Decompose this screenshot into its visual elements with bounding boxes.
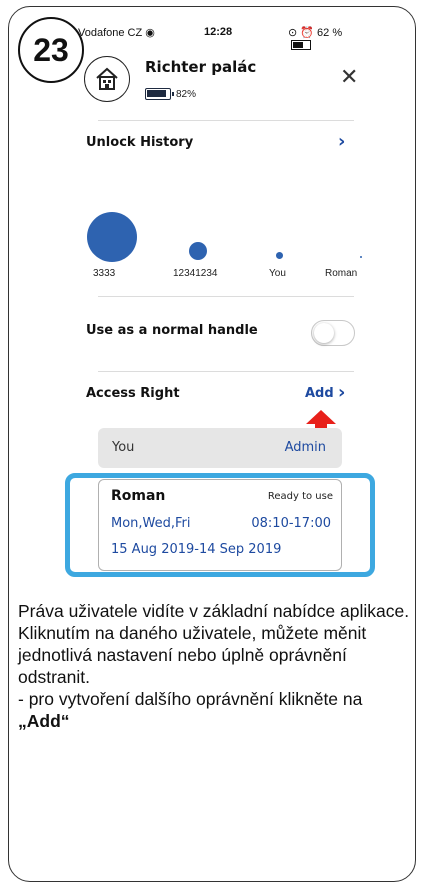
unlock-history-chevron-icon[interactable]: › xyxy=(338,131,345,152)
battery-icon xyxy=(145,88,174,100)
access-entry-status: Ready to use xyxy=(267,491,333,502)
status-battery-label: 62 % xyxy=(317,27,343,39)
access-entry-role: Admin xyxy=(284,440,326,455)
access-entry-days: Mon,Wed,Fri xyxy=(111,516,191,531)
normal-handle-label: Use as a normal handle xyxy=(86,323,258,338)
step-number-badge: 23 xyxy=(18,17,84,83)
history-bubble-roman[interactable] xyxy=(360,256,362,258)
battery-level: 82% xyxy=(176,88,197,100)
carrier-label: Vodafone CZ ◉ xyxy=(78,27,155,39)
access-entry-roman[interactable]: Roman Ready to use Mon,Wed,Fri 08:10-17:… xyxy=(98,479,342,571)
access-right-chevron-icon[interactable]: › xyxy=(338,382,345,403)
instruction-line: Práva uživatele vidíte v základní nabídc… xyxy=(18,601,410,621)
access-entry-name: Roman xyxy=(111,488,166,504)
status-battery-icon xyxy=(291,40,311,51)
divider xyxy=(98,296,354,297)
toggle-knob xyxy=(314,323,334,343)
wifi-icon: ◉ xyxy=(145,27,155,39)
divider xyxy=(98,120,354,121)
instruction-line: Kliknutím na daného uživatele, můžete mě… xyxy=(18,623,367,687)
history-user-label: 12341234 xyxy=(173,268,218,279)
access-entry-dates: 15 Aug 2019-14 Sep 2019 xyxy=(111,542,282,557)
history-user-label: 3333 xyxy=(93,268,116,279)
history-user-label: You xyxy=(269,268,286,279)
access-entry-time: 08:10-17:00 xyxy=(251,516,331,531)
lock-building-icon xyxy=(84,56,130,102)
history-bubble-12341234[interactable] xyxy=(189,242,207,260)
access-entry-you[interactable]: You Admin xyxy=(98,428,342,468)
divider xyxy=(98,371,354,372)
add-keyword: „Add“ xyxy=(18,711,70,731)
lock-title: Richter palác xyxy=(145,58,257,76)
history-bubble-you[interactable] xyxy=(276,252,283,259)
alarm-icon: ⏰ xyxy=(300,27,314,39)
lock-battery: 82% xyxy=(145,88,196,100)
status-right: ⊙ ⏰ 62 % xyxy=(288,26,368,51)
instruction-line: - pro vytvoření dalšího oprávnění klikně… xyxy=(18,689,363,731)
add-access-button[interactable]: Add xyxy=(305,386,334,401)
unlock-history-label[interactable]: Unlock History xyxy=(86,135,193,150)
access-right-label: Access Right xyxy=(86,386,180,401)
history-user-label: Roman xyxy=(325,268,358,279)
clock-label: 12:28 xyxy=(204,26,233,38)
instruction-text: Práva uživatele vidíte v základní nabídc… xyxy=(18,600,418,732)
close-icon: ✕ xyxy=(340,65,359,90)
status-bar: Vodafone CZ ◉ 12:28 ⊙ ⏰ 62 % xyxy=(78,24,368,51)
history-bubble-3333[interactable] xyxy=(87,212,137,262)
location-icon: ⊙ xyxy=(288,27,298,39)
access-entry-name: You xyxy=(112,440,135,455)
normal-handle-toggle[interactable] xyxy=(311,320,355,346)
